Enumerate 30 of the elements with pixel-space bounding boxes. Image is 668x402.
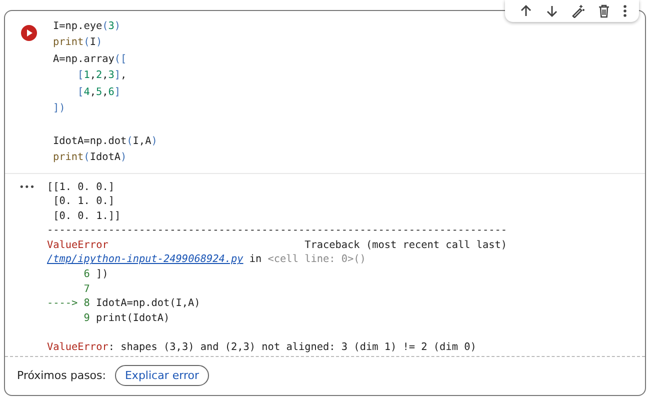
source-line: 7 — [82, 282, 90, 297]
output-line: --------------------------------------------------------------------------- — [47, 224, 508, 238]
code-line: [1,2,3], — [76, 70, 127, 82]
code-line: print(I) — [53, 37, 102, 48]
source-line: 6 ]) — [82, 268, 108, 282]
file-link[interactable]: /tmp/ipython-input-2499068924.py — [47, 253, 244, 268]
move-down-icon[interactable] — [545, 4, 559, 18]
next-steps-label: Próximos pasos: — [17, 369, 106, 382]
move-up-icon[interactable] — [519, 4, 533, 18]
output-line: [0. 1. 0.] — [52, 195, 114, 210]
code-line: IdotA=np.dot(I,A) — [53, 136, 158, 147]
source-line: ----> 8 IdotA=np.dot(I,A) — [47, 297, 200, 312]
output-line: ValueError: shapes (3,3) and (2,3) not aligned: 3 (dim 1) != 2 (dim 0) — [47, 341, 476, 356]
output-line: [0. 0. 1.]] — [52, 210, 121, 224]
magic-pen-icon[interactable] — [571, 4, 585, 18]
output-text: in — [249, 253, 262, 268]
output-line: ValueError Traceback (most recent call last) — [47, 238, 508, 253]
code-line: ]) — [53, 102, 66, 114]
code-line: I=np.eye(3) — [53, 21, 121, 32]
trash-icon[interactable] — [597, 4, 611, 18]
source-line: 9 print(IdotA) — [82, 312, 170, 326]
cell-reference: <cell line: 0>() — [268, 253, 366, 268]
more-icon[interactable] — [623, 4, 627, 18]
code-line: print(IdotA) — [53, 152, 127, 164]
run-button[interactable] — [21, 25, 37, 41]
code-line: [4,5,6] — [76, 86, 121, 98]
code-line: A=np.array([ — [53, 54, 127, 65]
output-line: [[1. 0. 0.] — [47, 180, 114, 195]
output-menu-icon[interactable]: ••• — [19, 180, 47, 196]
explain-error-button[interactable]: Explicar error — [114, 365, 209, 386]
